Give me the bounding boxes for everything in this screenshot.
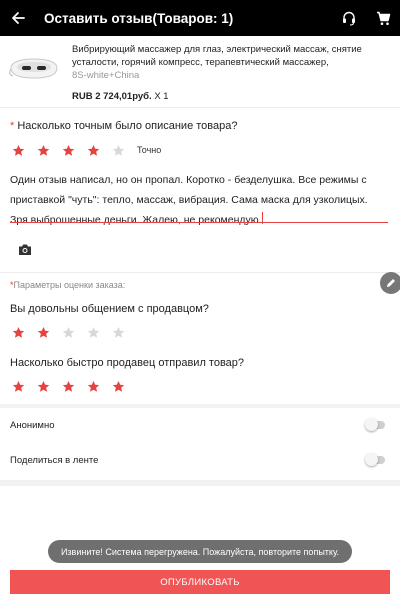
product-variant: 8S-white+China	[72, 70, 140, 81]
star-icon	[37, 144, 50, 156]
review-textarea[interactable]: Один отзыв написал, но он пропал. Коротк…	[10, 170, 388, 230]
star-5[interactable]	[106, 376, 131, 396]
star-icon	[62, 380, 75, 392]
star-icon	[62, 144, 75, 156]
required-mark: *	[10, 120, 15, 132]
arrow-left-icon	[12, 12, 25, 24]
order-params-text: Параметры оценки заказа:	[13, 280, 126, 290]
product-summary: Вибрирующий массажер для глаз, электриче…	[0, 36, 400, 108]
add-photo-button[interactable]	[14, 238, 36, 260]
star-icon	[112, 380, 125, 392]
star-1[interactable]	[6, 376, 31, 396]
seller-communication-question: Вы довольны общением с продавцом?	[10, 303, 209, 315]
back-button[interactable]	[0, 0, 36, 36]
star-4[interactable]	[81, 322, 106, 342]
top-app-bar: Оставить отзыв(Товаров: 1)	[0, 0, 400, 36]
star-icon	[12, 144, 25, 156]
section-divider	[0, 272, 400, 273]
star-icon	[37, 326, 50, 338]
star-3[interactable]	[56, 322, 81, 342]
edit-button[interactable]	[380, 272, 400, 294]
star-icon	[12, 326, 25, 338]
star-3[interactable]	[56, 140, 81, 160]
star-5[interactable]	[106, 140, 131, 160]
star-icon	[87, 326, 100, 338]
star-icon	[37, 380, 50, 392]
page-title: Оставить отзыв(Товаров: 1)	[44, 10, 234, 26]
product-name: Вибрирующий массажер для глаз, электриче…	[72, 44, 362, 68]
price-row: RUB 2 724,01руб. X 1	[72, 91, 169, 102]
error-toast: Извините! Система перегружена. Пожалуйст…	[48, 540, 352, 563]
toggle-knob	[365, 453, 378, 466]
review-underline	[10, 222, 388, 223]
anonymous-toggle[interactable]	[365, 418, 385, 431]
rating-label: Точно	[137, 145, 162, 155]
star-icon	[87, 380, 100, 392]
headset-icon	[343, 11, 355, 26]
shipping-speed-rating	[6, 376, 131, 396]
section-gap	[0, 480, 400, 486]
shipping-speed-question: Насколько быстро продавец отправил товар…	[10, 357, 245, 369]
star-icon	[87, 144, 100, 156]
star-icon	[112, 326, 125, 338]
anonymous-label: Анонимно	[10, 420, 55, 431]
accuracy-question-text: Насколько точным было описание товара?	[17, 120, 238, 132]
cart-button[interactable]	[366, 0, 400, 36]
star-icon	[12, 380, 25, 392]
seller-communication-rating	[6, 322, 131, 342]
star-2[interactable]	[31, 376, 56, 396]
star-icon	[62, 326, 75, 338]
star-5[interactable]	[106, 322, 131, 342]
star-icon	[112, 144, 125, 156]
accuracy-rating: Точно	[6, 140, 161, 160]
star-2[interactable]	[31, 140, 56, 160]
star-2[interactable]	[31, 322, 56, 342]
star-1[interactable]	[6, 322, 31, 342]
cart-icon	[376, 11, 390, 25]
accuracy-question: * Насколько точным было описание товара?	[10, 120, 237, 132]
pencil-icon	[387, 279, 395, 287]
toggle-knob	[365, 418, 378, 431]
share-feed-label: Поделиться в ленте	[10, 455, 99, 466]
publish-button[interactable]: ОПУБЛИКОВАТЬ	[10, 570, 390, 594]
product-thumbnail	[9, 58, 58, 79]
review-text: Один отзыв написал, но он пропал. Коротк…	[10, 174, 368, 226]
share-feed-toggle[interactable]	[365, 453, 385, 466]
product-price: RUB 2 724,01руб.	[72, 91, 152, 102]
star-1[interactable]	[6, 140, 31, 160]
star-4[interactable]	[81, 140, 106, 160]
star-3[interactable]	[56, 376, 81, 396]
share-feed-option: Поделиться в ленте	[0, 443, 400, 481]
anonymous-option: Анонимно	[0, 408, 400, 446]
support-button[interactable]	[332, 0, 366, 36]
product-quantity: X 1	[154, 91, 169, 102]
star-4[interactable]	[81, 376, 106, 396]
camera-icon	[19, 244, 31, 255]
order-params-label: *Параметры оценки заказа:	[10, 280, 125, 290]
